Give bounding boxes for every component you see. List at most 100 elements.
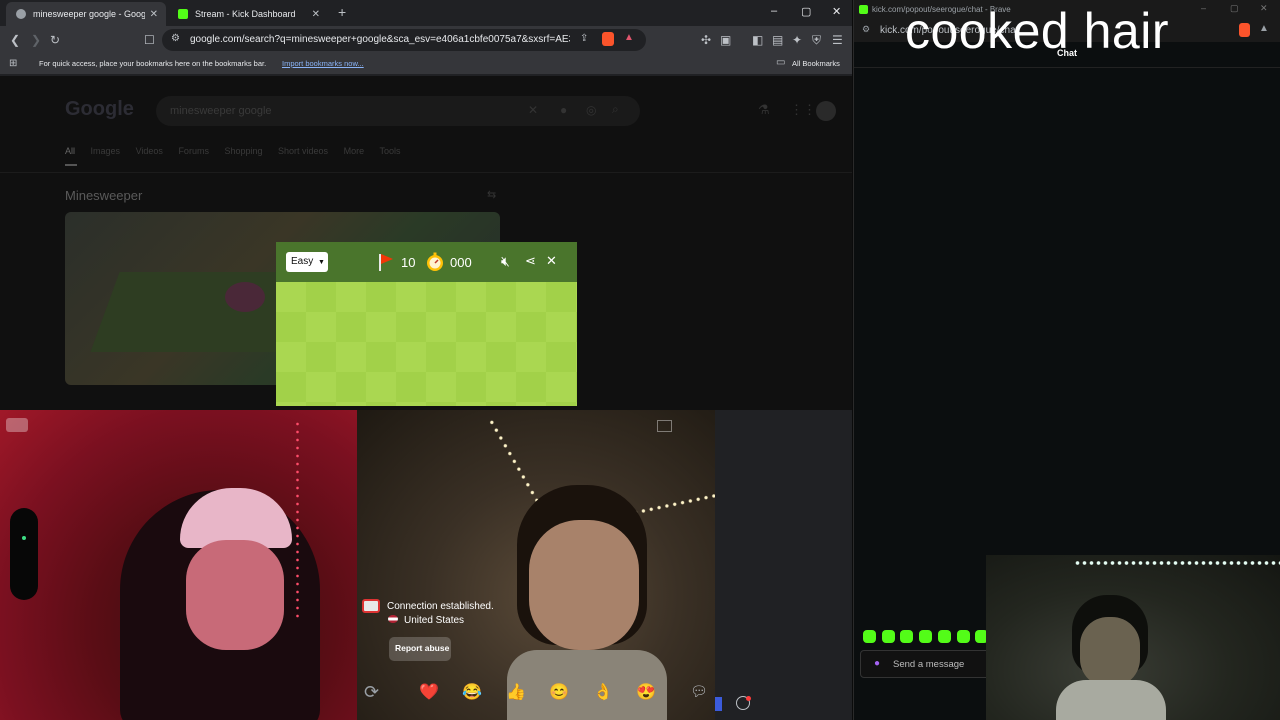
share-icon[interactable]: ⇪ xyxy=(580,33,588,44)
search-filters: All Images Videos Forums Shopping Short … xyxy=(65,146,400,156)
reload-icon[interactable]: ↻ xyxy=(50,33,60,47)
brave-rewards-icon[interactable]: ▲ xyxy=(624,32,634,43)
forward-icon[interactable]: ❯ xyxy=(31,33,41,47)
extensions-icon[interactable]: ✣ xyxy=(701,33,711,47)
led-strip xyxy=(1074,560,1280,566)
brave-rewards-icon[interactable]: ▲ xyxy=(1259,23,1269,34)
filter-short-videos[interactable]: Short videos xyxy=(278,146,328,156)
filter-more[interactable]: More xyxy=(344,146,365,156)
import-bookmarks-link[interactable]: Import bookmarks now... xyxy=(282,59,364,68)
labs-icon[interactable]: ⚗ xyxy=(758,102,770,118)
new-tab-button[interactable]: + xyxy=(338,4,346,20)
message-placeholder: Send a message xyxy=(893,659,965,670)
mic-active-dot xyxy=(22,536,26,540)
close-icon[interactable]: ✕ xyxy=(546,253,557,269)
close-tab-icon[interactable]: ✕ xyxy=(312,9,320,20)
minesweeper-board[interactable] xyxy=(276,282,577,406)
emote-icon[interactable] xyxy=(938,630,951,643)
leo-ai-icon[interactable]: ✦ xyxy=(792,33,802,47)
tab-kick-dashboard[interactable]: Stream - Kick Dashboard ✕ xyxy=(168,2,328,26)
ok-hand-reaction-button[interactable]: 👌 xyxy=(593,682,613,702)
emote-icon[interactable] xyxy=(882,630,895,643)
taskbar-app-icon[interactable] xyxy=(715,697,722,711)
tab-label: minesweeper google - Google S xyxy=(33,9,145,19)
person-shirt xyxy=(1056,680,1166,720)
minesweeper-game[interactable]: Easy ▼ 10 000 🔇︎ ⋖ ✕ xyxy=(276,242,577,406)
google-apps-icon[interactable]: ⋮⋮ xyxy=(790,102,816,118)
difficulty-select[interactable]: Easy ▼ xyxy=(286,252,328,272)
share-icon[interactable]: ⋖ xyxy=(525,253,536,269)
address-bar[interactable]: ⚙ google.com/search?q=minesweeper+google… xyxy=(162,29,646,51)
divider xyxy=(0,172,852,173)
left-browser-window: minesweeper google - Google S ✕ Stream -… xyxy=(0,0,852,720)
apps-grid-icon[interactable]: ⊞ xyxy=(9,58,17,69)
person-face xyxy=(1080,617,1140,687)
report-abuse-button[interactable]: Report abuse xyxy=(389,637,451,661)
connection-logo-icon xyxy=(362,599,380,613)
lens-icon[interactable]: ◎ xyxy=(586,103,596,117)
search-icon[interactable]: ⌕ xyxy=(612,102,619,117)
wallet-icon[interactable]: ▤ xyxy=(772,33,783,47)
google-logo[interactable]: Google xyxy=(65,98,134,121)
report-flag-icon[interactable] xyxy=(657,420,672,432)
thumbs-up-reaction-button[interactable]: 👍 xyxy=(506,682,526,702)
brave-shields-icon[interactable] xyxy=(1239,23,1250,37)
close-window-button[interactable]: ✕ xyxy=(1260,3,1268,14)
brave-shields-icon[interactable] xyxy=(602,32,614,46)
sidebar-icon[interactable]: ◧ xyxy=(752,33,763,47)
vpn-icon[interactable]: ⛨ xyxy=(812,33,821,48)
maximize-button[interactable]: ▢ xyxy=(1230,3,1239,14)
all-bookmarks-button[interactable]: All Bookmarks xyxy=(792,59,840,68)
person-face xyxy=(529,520,639,650)
timer-value: 000 xyxy=(450,255,472,270)
minimize-button[interactable]: – xyxy=(1201,3,1206,13)
laugh-reaction-button[interactable]: 😂 xyxy=(462,682,482,702)
kick-favicon-icon xyxy=(859,5,868,14)
chat-messages-area xyxy=(854,68,1280,628)
url-text: google.com/search?q=minesweeper+google&s… xyxy=(190,34,570,45)
google-favicon-icon xyxy=(16,9,26,19)
site-info-icon[interactable]: ⚙ xyxy=(862,24,870,35)
mute-icon[interactable]: 🔇︎ xyxy=(501,253,510,270)
heart-reaction-button[interactable]: ❤️ xyxy=(419,682,439,702)
heart-eyes-reaction-button[interactable]: 😍 xyxy=(636,682,656,702)
bookmark-icon[interactable]: ☐ xyxy=(144,33,155,47)
clear-icon[interactable]: ✕ xyxy=(528,103,538,117)
next-partner-icon[interactable]: ⟳ xyxy=(364,682,379,703)
result-title[interactable]: Minesweeper xyxy=(65,188,142,203)
mic-icon[interactable]: ● xyxy=(560,103,567,117)
search-box[interactable]: minesweeper google ✕ ● ◎ ⌕ xyxy=(156,96,640,126)
filter-images[interactable]: Images xyxy=(91,146,121,156)
menu-icon[interactable]: ☰ xyxy=(832,33,843,47)
back-icon[interactable]: ❮ xyxy=(10,33,20,47)
filter-forums[interactable]: Forums xyxy=(178,146,209,156)
filter-videos[interactable]: Videos xyxy=(136,146,163,156)
difficulty-value: Easy xyxy=(291,256,314,267)
close-tab-icon[interactable]: ✕ xyxy=(150,9,158,20)
media-icon[interactable]: ▣ xyxy=(720,33,731,47)
active-filter-underline xyxy=(65,164,77,166)
site-info-icon[interactable]: ⚙ xyxy=(171,33,180,44)
close-window-button[interactable]: ✕ xyxy=(832,5,841,18)
filter-all[interactable]: All xyxy=(65,146,75,156)
bookmarks-bar: ⊞ For quick access, place your bookmarks… xyxy=(0,54,852,74)
tab-label: Stream - Kick Dashboard xyxy=(195,9,296,19)
mic-icon[interactable]: ● xyxy=(874,658,880,669)
filter-tools[interactable]: Tools xyxy=(379,146,400,156)
maximize-button[interactable]: ▢ xyxy=(801,5,811,18)
local-video-feed xyxy=(0,410,357,720)
chevron-down-icon: ▼ xyxy=(318,259,325,266)
tab-google-search[interactable]: minesweeper google - Google S ✕ xyxy=(6,2,166,26)
emote-icon[interactable] xyxy=(919,630,932,643)
filter-shopping[interactable]: Shopping xyxy=(224,146,262,156)
share-result-icon[interactable]: ⇆ xyxy=(487,188,496,201)
avatar[interactable] xyxy=(816,101,836,121)
timer-icon xyxy=(425,252,445,277)
chat-bubble-icon[interactable]: 💬︎ xyxy=(690,683,708,700)
emote-icon[interactable] xyxy=(863,630,876,643)
chat-message-input[interactable]: ● Send a message xyxy=(860,650,990,678)
emote-icon[interactable] xyxy=(957,630,970,643)
smile-reaction-button[interactable]: 😊 xyxy=(549,682,569,702)
minimize-button[interactable]: – xyxy=(771,5,777,17)
emote-icon[interactable] xyxy=(900,630,913,643)
